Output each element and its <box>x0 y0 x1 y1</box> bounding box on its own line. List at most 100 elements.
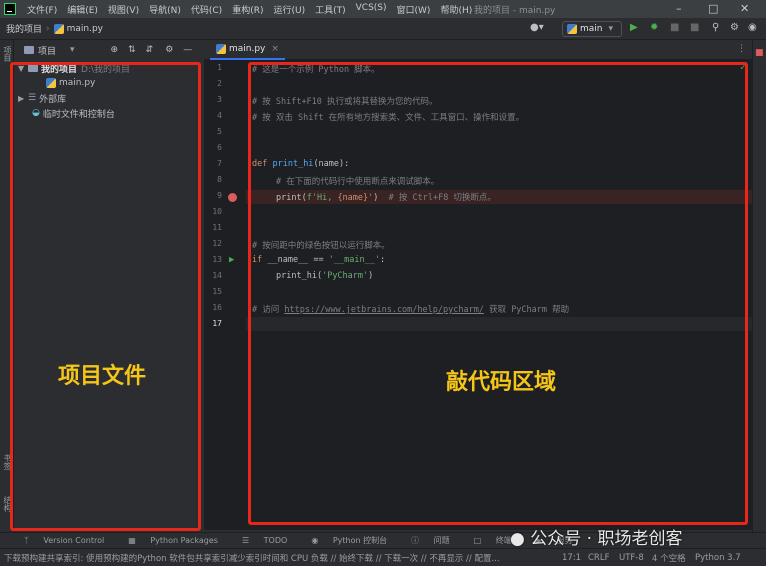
coverage-icon[interactable]: ■ <box>670 22 679 33</box>
menu-view[interactable]: 视图(V) <box>103 3 144 16</box>
line-number: 9 <box>217 191 222 200</box>
chevron-down-icon[interactable]: ▾ <box>70 45 75 55</box>
line-number: 4 <box>217 111 222 120</box>
more-icon[interactable]: ⋮ <box>737 44 746 54</box>
menu-navigate[interactable]: 导航(N) <box>144 3 186 16</box>
problems-icon: ⓘ <box>411 536 422 545</box>
run-config-select[interactable]: main ▾ <box>562 21 622 37</box>
python-console-icon: ◉ <box>311 536 321 545</box>
breadcrumb-file[interactable]: main.py <box>67 24 103 34</box>
status-message[interactable]: 下载预构建共享索引: 使用预构建的Python 软件包共享索引减少索引时间和 C… <box>4 552 544 564</box>
tool-label: Version Control <box>43 536 105 545</box>
tool-version-control[interactable]: ᛉ Version Control <box>12 536 104 545</box>
tool-label: 问题 <box>433 536 450 545</box>
expand-all-icon[interactable]: ⇅ <box>128 45 136 55</box>
file-encoding[interactable]: UTF-8 <box>619 553 644 563</box>
wechat-icon: ● <box>510 529 531 549</box>
line-number: 14 <box>212 271 222 280</box>
menu-refactor[interactable]: 重构(R) <box>227 3 268 16</box>
settings-icon[interactable]: ⚙ <box>730 22 739 33</box>
breadcrumb-project[interactable]: 我的项目 <box>0 22 42 35</box>
navigation-bar: 我的项目 › main.py ●▾ main ▾ ▶ ✹ ■ ■ ⚲ ⚙ ◉ <box>0 18 766 40</box>
branch-icon: ᛉ <box>24 536 32 545</box>
title-bar: 文件(F) 编辑(E) 视图(V) 导航(N) 代码(C) 重构(R) 运行(U… <box>0 0 766 18</box>
line-number: 12 <box>212 239 222 248</box>
line-number: 10 <box>212 207 222 216</box>
tool-terminal[interactable]: □ 终端 <box>462 535 512 546</box>
menu-tools[interactable]: 工具(T) <box>310 3 351 16</box>
close-icon[interactable]: ✕ <box>740 2 749 15</box>
run-icon[interactable]: ▶ <box>630 22 638 33</box>
menu-file[interactable]: 文件(F) <box>22 3 62 16</box>
menu-edit[interactable]: 编辑(E) <box>62 3 103 16</box>
close-tab-icon[interactable]: × <box>271 44 279 54</box>
search-icon[interactable]: ⚲ <box>712 22 719 33</box>
editor-gutter: 1 2 3 4 5 6 7 8 9 10 11 12 13 14 15 16 1… <box>204 60 246 530</box>
line-number: 17 <box>212 319 222 328</box>
project-tool-button[interactable]: 项目 <box>2 46 13 62</box>
interpreter[interactable]: Python 3.7 <box>695 553 741 563</box>
ide-logo-icon: ◉ <box>748 22 757 33</box>
project-panel-title[interactable]: 项目 <box>38 44 56 57</box>
line-number: 5 <box>217 127 222 136</box>
menu-window[interactable]: 窗口(W) <box>392 3 436 16</box>
tool-problems[interactable]: ⓘ 问题 <box>399 535 450 546</box>
caret-position[interactable]: 17:1 <box>562 553 581 563</box>
line-number: 16 <box>212 303 222 312</box>
tool-label: Python 控制台 <box>332 536 388 545</box>
tab-main-py[interactable]: main.py × <box>210 40 285 60</box>
user-icon[interactable]: ●▾ <box>530 22 544 33</box>
line-separator[interactable]: CRLF <box>588 553 609 563</box>
settings-icon[interactable]: ⚙ <box>165 45 173 55</box>
stop-icon[interactable]: ■ <box>690 22 699 33</box>
breadcrumb-separator-icon: › <box>46 23 50 34</box>
pycharm-logo-icon <box>4 3 16 15</box>
main-menu: 文件(F) 编辑(E) 视图(V) 导航(N) 代码(C) 重构(R) 运行(U… <box>22 3 477 16</box>
code-area-annotation: 敲代码区域 <box>446 370 557 395</box>
tool-python-packages[interactable]: ▦ Python Packages <box>116 536 218 545</box>
watermark: ● 公众号 · 职场老创客 <box>510 524 682 549</box>
menu-help[interactable]: 帮助(H) <box>435 3 477 16</box>
collapse-all-icon[interactable]: ⇵ <box>146 45 154 55</box>
status-bar: 下载预构建共享索引: 使用预构建的Python 软件包共享索引减少索引时间和 C… <box>0 548 766 566</box>
chevron-down-icon: ▾ <box>608 24 614 34</box>
right-tool-strip: ■ <box>752 40 766 548</box>
indent-setting[interactable]: 4 个空格 <box>652 552 686 564</box>
tab-label: main.py <box>229 44 266 54</box>
tool-label: TODO <box>263 536 288 545</box>
line-number: 1 <box>217 63 222 72</box>
locate-icon[interactable]: ⊕ <box>111 45 119 55</box>
python-file-icon <box>53 23 64 34</box>
project-view-icon <box>24 46 34 54</box>
line-number: 2 <box>217 79 222 88</box>
run-config-label: main <box>580 24 603 34</box>
breakpoint-icon[interactable] <box>228 193 237 202</box>
run-gutter-icon[interactable]: ▶ <box>229 255 234 265</box>
python-file-icon <box>216 44 226 54</box>
hide-icon[interactable]: — <box>183 45 192 55</box>
tool-python-console[interactable]: ◉ Python 控制台 <box>299 535 387 546</box>
window-title: 我的项目 - main.py <box>474 6 556 16</box>
debug-icon[interactable]: ✹ <box>650 22 658 33</box>
menu-run[interactable]: 运行(U) <box>268 3 310 16</box>
project-panel-header: 项目 ▾ ⊕ ⇅ ⇵ ⚙ — <box>14 40 204 60</box>
code-area-highlight <box>248 62 748 525</box>
line-number: 13 <box>212 255 222 264</box>
editor-tab-bar: main.py × ⋮ <box>204 40 752 60</box>
line-number: 15 <box>212 287 222 296</box>
minimize-icon[interactable]: – <box>676 2 682 15</box>
menu-vcs[interactable]: VCS(S) <box>351 3 392 16</box>
menu-code[interactable]: 代码(C) <box>186 3 227 16</box>
maximize-icon[interactable]: □ <box>708 2 718 15</box>
line-number: 3 <box>217 95 222 104</box>
watermark-text: 公众号 · 职场老创客 <box>530 529 683 549</box>
tool-todo[interactable]: ☰ TODO <box>230 536 287 545</box>
line-number: 6 <box>217 143 222 152</box>
terminal-icon: □ <box>473 536 484 545</box>
line-number: 7 <box>217 159 222 168</box>
package-icon: ▦ <box>128 536 139 545</box>
notifications-icon[interactable]: ■ <box>755 48 764 58</box>
line-number: 11 <box>212 223 222 232</box>
project-files-annotation: 项目文件 <box>58 364 147 389</box>
python-config-icon <box>567 24 577 34</box>
